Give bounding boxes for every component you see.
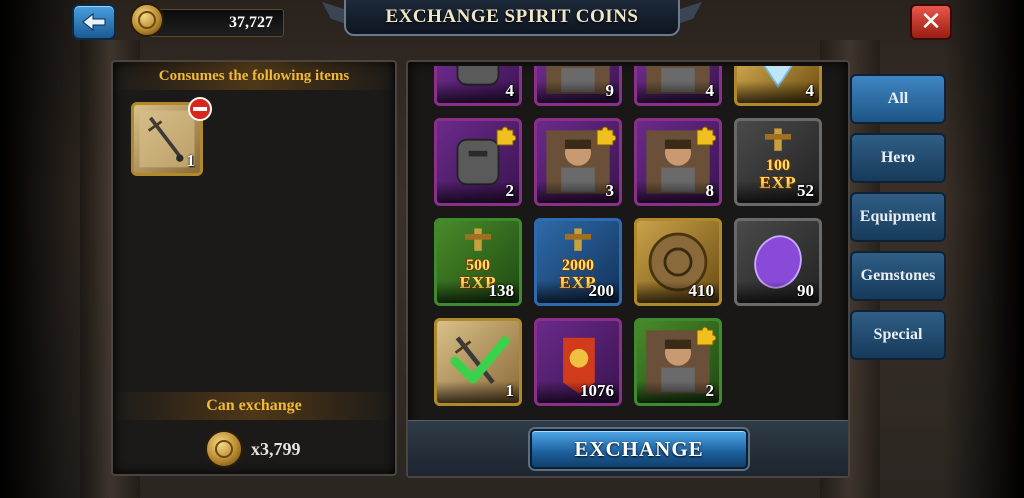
exchange-button[interactable]: EXCHANGE — [530, 429, 748, 469]
item-count: 410 — [688, 281, 715, 300]
puzzle-piece-icon — [696, 126, 716, 146]
can-exchange-header: Can exchange — [113, 392, 395, 420]
item-slot[interactable]: 1076 — [534, 318, 622, 406]
back-button[interactable] — [72, 4, 116, 40]
item-count: 4 — [505, 81, 515, 100]
can-exchange-row: x3,799 — [205, 430, 301, 468]
item-slot[interactable]: 1 — [434, 318, 522, 406]
page-title: EXCHANGE SPIRIT COINS — [385, 6, 639, 27]
consume-item-count: 1 — [186, 151, 196, 170]
item-slot[interactable]: 4 — [734, 66, 822, 106]
exchange-button-label: EXCHANGE — [574, 436, 704, 461]
item-slot[interactable]: 9 — [534, 66, 622, 106]
tab-equipment[interactable]: Equipment — [850, 192, 946, 242]
item-slot[interactable]: 500EXP138 — [434, 218, 522, 306]
coin-balance-bar: 37,727 — [148, 9, 284, 37]
exchange-footer: EXCHANGE — [408, 420, 848, 476]
remove-icon[interactable] — [187, 96, 213, 122]
spirit-coin-icon — [205, 430, 243, 468]
item-count: 4 — [805, 81, 815, 100]
puzzle-piece-icon — [596, 126, 616, 146]
item-count: 3 — [605, 181, 615, 200]
close-icon: ✕ — [920, 7, 942, 37]
item-count: 90 — [797, 281, 814, 300]
background-shadow — [0, 0, 110, 498]
consume-panel: Consumes the following items 1 Can excha… — [111, 60, 397, 476]
item-count: 52 — [797, 181, 814, 200]
page-title-plate: EXCHANGE SPIRIT COINS — [344, 0, 680, 36]
tab-label: All — [887, 90, 909, 107]
tab-label: Gemstones — [860, 267, 936, 284]
consume-item-slot[interactable]: 1 — [131, 97, 212, 176]
can-exchange-amount: x3,799 — [251, 438, 301, 459]
item-slot[interactable]: 90 — [734, 218, 822, 306]
item-slot[interactable]: 2 — [634, 318, 722, 406]
tab-label: Equipment — [859, 208, 937, 225]
item-panel: 4 9 4 4 2 3 8 100EXP52 500EXP1382000EXP200 410 90 1… — [406, 60, 850, 478]
item-count: 8 — [705, 181, 715, 200]
background-shadow — [944, 0, 1024, 498]
item-count: 1076 — [580, 381, 614, 400]
item-slot[interactable]: 8 — [634, 118, 722, 206]
back-arrow-icon — [82, 12, 106, 32]
item-slot[interactable]: 4 — [434, 66, 522, 106]
can-exchange-label: Can exchange — [206, 397, 302, 414]
item-count: 200 — [588, 281, 615, 300]
tab-label: Special — [873, 326, 923, 343]
item-count: 2 — [705, 381, 715, 400]
item-count: 9 — [605, 81, 615, 100]
puzzle-piece-icon — [496, 126, 516, 146]
item-slot[interactable]: 410 — [634, 218, 722, 306]
item-slot[interactable]: 2 — [434, 118, 522, 206]
close-button[interactable]: ✕ — [910, 4, 952, 40]
item-slot[interactable]: 100EXP52 — [734, 118, 822, 206]
spirit-coin-icon — [130, 3, 164, 37]
item-slot[interactable]: 4 — [634, 66, 722, 106]
tab-label: Hero — [880, 149, 916, 166]
item-slot[interactable]: 2000EXP200 — [534, 218, 622, 306]
tab-hero[interactable]: Hero — [850, 133, 946, 183]
puzzle-piece-icon — [696, 326, 716, 346]
item-slot[interactable]: 3 — [534, 118, 622, 206]
consume-title: Consumes the following items — [158, 68, 350, 84]
item-count: 4 — [705, 81, 715, 100]
tab-special[interactable]: Special — [850, 310, 946, 360]
item-grid[interactable]: 4 9 4 4 2 3 8 100EXP52 500EXP1382000EXP200 410 90 1… — [430, 66, 834, 410]
tab-all[interactable]: All — [850, 74, 946, 124]
item-count: 138 — [488, 281, 515, 300]
tab-gemstones[interactable]: Gemstones — [850, 251, 946, 301]
checkmark-icon — [450, 336, 510, 384]
coin-balance: 37,727 — [229, 14, 273, 31]
item-count: 2 — [505, 181, 515, 200]
exchange-screen: 37,727 EXCHANGE SPIRIT COINS ✕ Consumes … — [0, 0, 1024, 498]
consume-header: Consumes the following items — [113, 62, 395, 90]
